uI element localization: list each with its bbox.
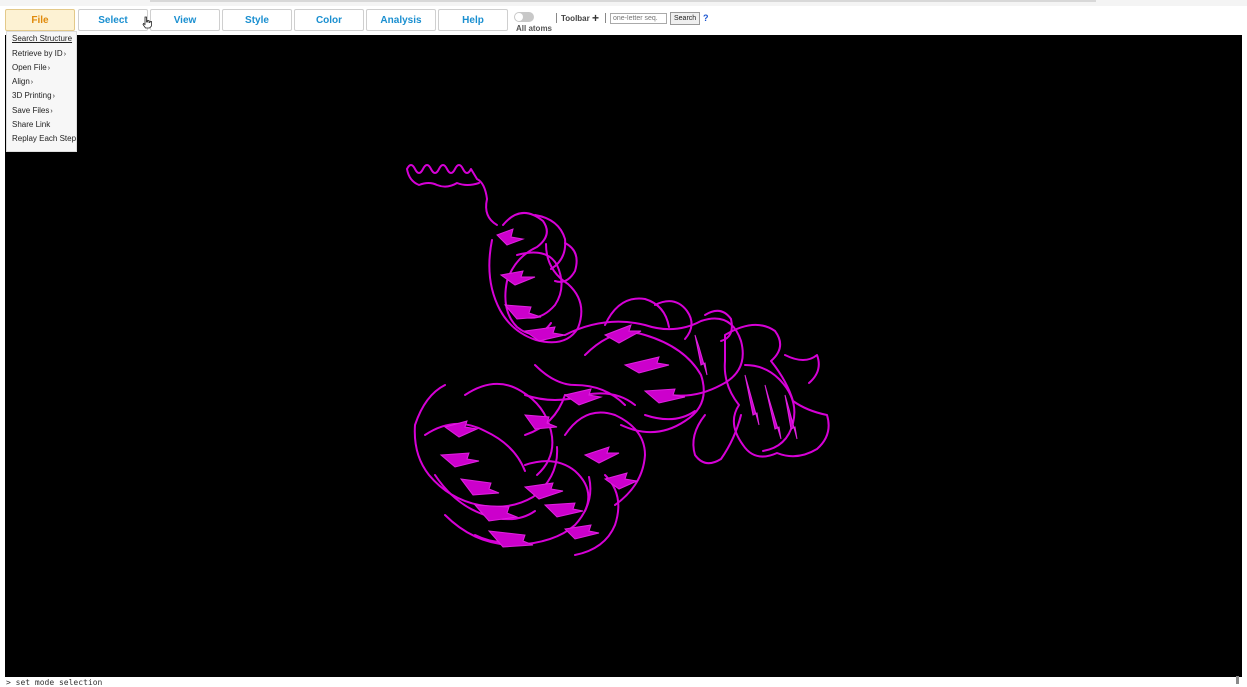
menu-item-save-files[interactable]: Save Files›: [12, 106, 53, 115]
menu-help[interactable]: Help: [438, 9, 508, 31]
caret-right-icon: ›: [52, 93, 55, 100]
sequence-search-input[interactable]: [610, 13, 667, 24]
toolbar-label: Toolbar: [561, 14, 590, 23]
command-log-line: > set mode selection: [6, 678, 103, 687]
top-strip-segment: [150, 0, 1096, 2]
menu-view[interactable]: View: [150, 9, 220, 31]
separator: [605, 13, 606, 23]
protein-ribbon-structure: [406, 164, 830, 556]
search-button[interactable]: Search: [670, 12, 701, 25]
toggle-icon: [515, 13, 523, 21]
menu-analysis[interactable]: Analysis: [366, 9, 436, 31]
caret-right-icon: ›: [50, 108, 53, 115]
caret-right-icon: ›: [30, 79, 34, 86]
separator: [556, 13, 557, 23]
menu-item-share-link[interactable]: Share Link: [12, 120, 50, 129]
help-question-icon[interactable]: ?: [703, 13, 709, 23]
all-atoms-toggle[interactable]: [514, 12, 534, 22]
plus-icon[interactable]: +: [592, 11, 599, 25]
menu-item-3d-printing[interactable]: 3D Printing›: [12, 91, 55, 100]
menu-item-label: 3D Printing: [12, 91, 52, 100]
resize-handle[interactable]: [1236, 676, 1239, 684]
hand-cursor-icon: [142, 16, 152, 29]
caret-right-icon: ›: [63, 51, 67, 58]
menu-item-label: Open File: [12, 63, 47, 72]
menu-style[interactable]: Style: [222, 9, 292, 31]
molecule-viewer[interactable]: [5, 35, 1242, 677]
menu-item-replay-each-step[interactable]: Replay Each Step: [12, 134, 76, 143]
menu-item-retrieve-by-id[interactable]: Retrieve by ID›: [12, 49, 66, 58]
menu-item-label: Retrieve by ID: [12, 49, 63, 58]
menu-item-open-file[interactable]: Open File›: [12, 63, 50, 72]
file-dropdown-menu: Search Structure Retrieve by ID› Open Fi…: [6, 31, 77, 152]
caret-right-icon: ›: [47, 65, 51, 72]
menu-item-label: Align: [12, 77, 30, 86]
menu-file[interactable]: File: [5, 9, 75, 31]
all-atoms-label: All atoms: [516, 24, 553, 33]
menu-select[interactable]: Select: [78, 9, 148, 31]
top-strip: [0, 0, 1247, 6]
menu-item-label: Save Files: [12, 106, 50, 115]
menu-color[interactable]: Color: [294, 9, 364, 31]
menu-item-search-structure[interactable]: Search Structure: [12, 34, 72, 43]
menu-item-align[interactable]: Align›: [12, 77, 33, 86]
